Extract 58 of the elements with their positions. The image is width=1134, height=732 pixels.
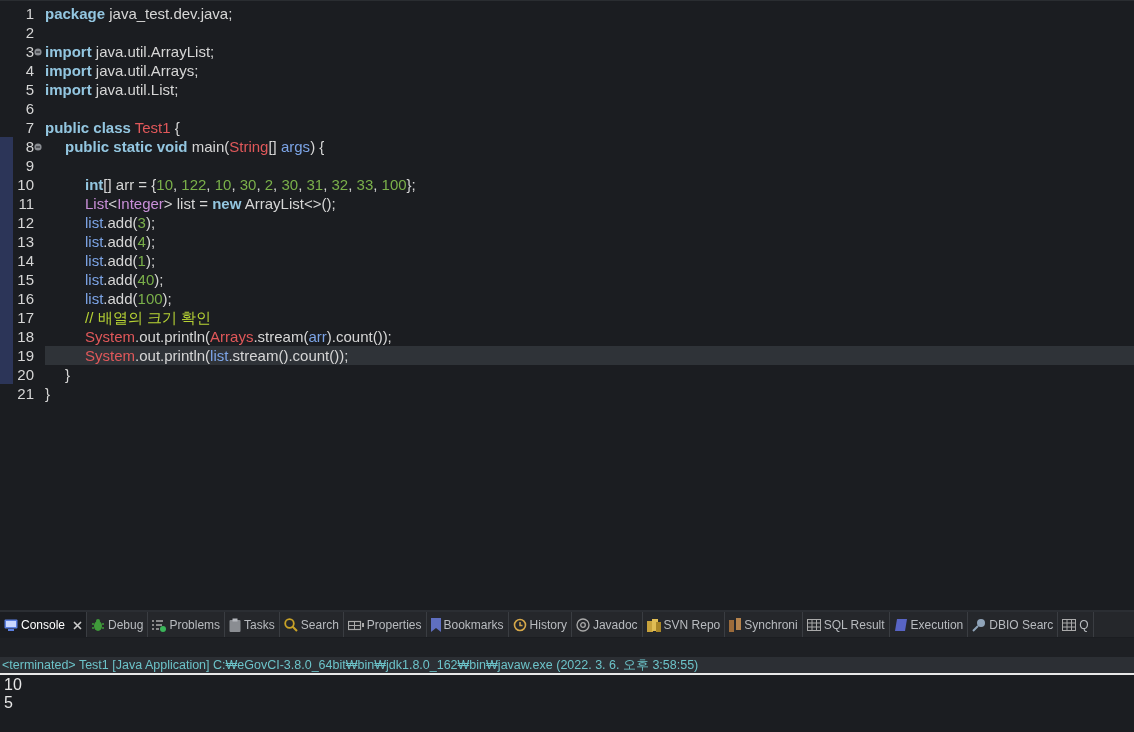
- code-line: import java.util.ArrayList;: [45, 44, 215, 59]
- line-number: 13: [16, 234, 34, 249]
- code-line: int[] arr = {10, 122, 10, 30, 2, 30, 31, 32, 33, 100};: [84, 177, 416, 192]
- line-number: 1: [24, 6, 34, 21]
- console-output-line: 5: [4, 694, 13, 712]
- panel-tab[interactable]: Console: [0, 612, 88, 637]
- grid-icon: [1062, 619, 1077, 631]
- monitor-icon: [4, 619, 18, 631]
- code-line: list.add(100);: [84, 291, 172, 306]
- line-number: 21: [16, 386, 34, 401]
- line-number: 20: [16, 367, 34, 382]
- bookmark-icon: [430, 618, 441, 632]
- code-line: }: [45, 386, 50, 401]
- fold-icon[interactable]: [34, 47, 42, 56]
- close-icon[interactable]: [73, 620, 83, 630]
- line-number: 5: [24, 82, 34, 97]
- code-line: import java.util.Arrays;: [45, 63, 199, 78]
- code-line: list.add(4);: [84, 234, 156, 249]
- line-number: 2: [24, 25, 34, 40]
- fold-icon[interactable]: [34, 142, 42, 151]
- line-number: 8: [24, 139, 34, 154]
- code-line: // 배열의 크기 확인: [84, 310, 211, 325]
- line-number: 6: [24, 101, 34, 116]
- search-icon: [283, 618, 298, 632]
- line-number: 15: [16, 272, 34, 287]
- code-line: }: [64, 367, 71, 382]
- code-line: list.add(1);: [84, 253, 156, 268]
- magnifier-icon: [972, 618, 987, 632]
- history-icon: [512, 618, 527, 632]
- cylinders-icon: [646, 618, 661, 632]
- line-number: 16: [16, 291, 34, 306]
- code-line: package java_test.dev.java;: [45, 6, 233, 21]
- line-number: 17: [16, 310, 34, 325]
- clipboard-icon: [229, 618, 242, 632]
- line-number: 18: [16, 329, 34, 344]
- code-line: List<Integer> list = new ArrayList<>();: [84, 196, 336, 211]
- code-line: public static void main(String[] args) {: [64, 139, 325, 154]
- line-number: 14: [16, 253, 34, 268]
- line-number: 11: [17, 196, 34, 211]
- list-check-icon: [152, 618, 167, 632]
- line-number: 3: [24, 44, 34, 59]
- console-header: <terminated> Test1 [Java Application] C:₩eGovCI-3.8.0_64bit₩bin₩jdk1.8.0_162₩bin₩javaw.exe (2022. 3. 6. 오후 3:58:55): [1, 658, 699, 672]
- line-number: 19: [16, 348, 34, 363]
- code-line: import java.util.List;: [45, 82, 179, 97]
- bug-icon: [91, 618, 106, 632]
- table-icon: [347, 619, 364, 631]
- code-line: list.add(40);: [84, 272, 164, 287]
- code-line: list.add(3);: [84, 215, 156, 230]
- code-line: public class Test1 {: [45, 120, 180, 135]
- line-number: 12: [16, 215, 34, 230]
- line-number: 10: [16, 177, 34, 192]
- line-number: 9: [24, 158, 34, 173]
- line-number: 4: [24, 63, 34, 78]
- code-line: System.out.println(list.stream().count());: [84, 348, 349, 363]
- grid-icon: [806, 619, 821, 631]
- console-output-line: 10: [4, 676, 22, 694]
- code-line: System.out.println(Arrays.stream(arr).count());: [84, 329, 392, 344]
- line-number: 7: [24, 120, 34, 135]
